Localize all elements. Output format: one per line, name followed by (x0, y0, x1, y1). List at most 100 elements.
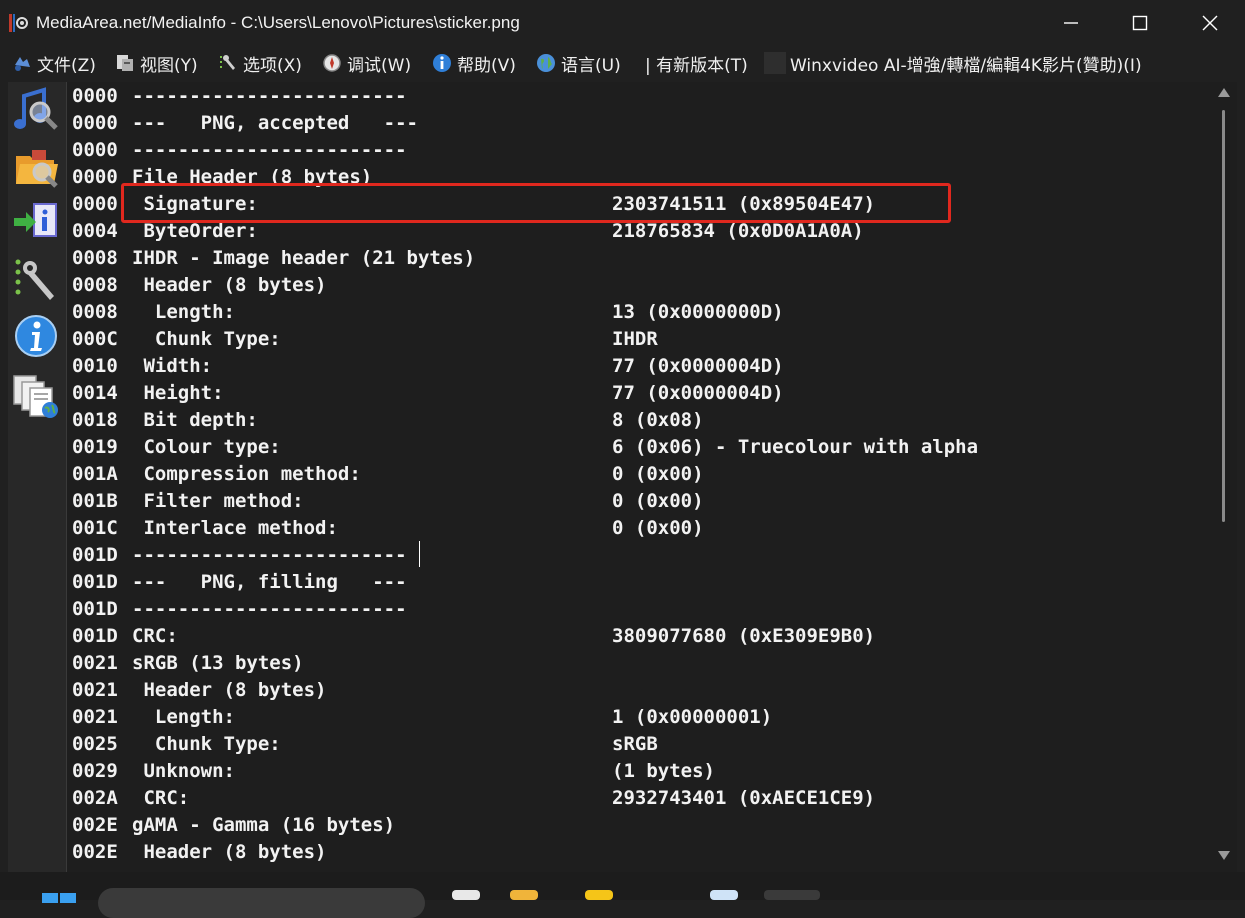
line-offset: 0008 (72, 274, 118, 296)
vertical-scrollbar[interactable] (1212, 82, 1237, 872)
line-label: Colour type: (132, 436, 281, 458)
side-toolbar (8, 82, 66, 872)
menu-view-label: 视图(Y) (140, 55, 198, 76)
line-offset: 002E (72, 814, 118, 836)
menu-view[interactable]: 视图(Y) (115, 51, 198, 76)
line-label: Height: (132, 382, 224, 404)
line-label: Header (8 bytes) (132, 274, 327, 296)
taskbar-app-icon[interactable] (710, 890, 738, 900)
line-label: Chunk Type: (132, 733, 281, 755)
minimize-button[interactable] (1036, 0, 1106, 46)
menu-sponsor[interactable]: Winxvideo AI-增強/轉檔/編輯4K影片(贊助)(I) (790, 51, 1142, 76)
line-offset: 001B (72, 490, 118, 512)
menu-bar: 文件(Z) 视图(Y) 选项(X) 调试(W) 帮助(V) 语言(U) | 有新… (0, 47, 1245, 79)
taskbar-app-icon[interactable] (452, 890, 480, 900)
line-offset: 0014 (72, 382, 118, 404)
line-label: Width: (132, 355, 213, 377)
line-value: 3809077680 (0xE309E9B0) (612, 625, 876, 647)
taskbar-search[interactable] (98, 888, 425, 918)
scroll-up-arrow-icon[interactable] (1218, 88, 1230, 97)
line-offset: 0010 (72, 355, 118, 377)
maximize-button[interactable] (1105, 0, 1175, 46)
line-value: 0 (0x00) (612, 517, 704, 539)
line-offset: 0000 (72, 193, 118, 215)
line-value: 77 (0x0000004D) (612, 382, 784, 404)
signature-highlight-box (121, 183, 951, 223)
line-offset: 0019 (72, 436, 118, 458)
line-offset: 0021 (72, 652, 118, 674)
menu-options[interactable]: 选项(X) (218, 51, 302, 76)
menu-options-label: 选项(X) (243, 55, 302, 76)
line-label: Header (8 bytes) (132, 679, 327, 701)
help-icon (433, 54, 451, 72)
line-label: ------------------------ (132, 85, 407, 107)
close-button[interactable] (1175, 0, 1245, 46)
line-offset: 0029 (72, 760, 118, 782)
line-label: Interlace method: (132, 517, 338, 539)
about-icon[interactable] (10, 310, 64, 364)
line-value: IHDR (612, 328, 658, 350)
menu-language[interactable]: 语言(U) (536, 51, 621, 76)
line-value: sRGB (612, 733, 658, 755)
line-label: gAMA - Gamma (16 bytes) (132, 814, 396, 836)
line-offset: 000C (72, 328, 118, 350)
line-offset: 0021 (72, 706, 118, 728)
line-value: 0 (0x00) (612, 490, 704, 512)
taskbar-mediainfo-icon[interactable] (764, 890, 820, 900)
line-offset: 001A (72, 463, 118, 485)
menu-file-label: 文件(Z) (37, 55, 96, 76)
minimize-icon (1064, 22, 1078, 24)
title-bar: MediaArea.net/MediaInfo - C:\Users\Lenov… (0, 0, 1245, 46)
line-offset: 0018 (72, 409, 118, 431)
line-label: CRC: (132, 625, 178, 647)
taskbar-folder-icon[interactable] (510, 890, 538, 900)
line-label: CRC: (132, 787, 190, 809)
line-label: Header (8 bytes) (132, 841, 327, 863)
line-offset: 0000 (72, 139, 118, 161)
line-offset: 002A (72, 787, 118, 809)
line-offset: 0025 (72, 733, 118, 755)
open-folder-icon[interactable] (10, 140, 64, 194)
line-label: Chunk Type: (132, 328, 281, 350)
line-offset: 001D (72, 625, 118, 647)
menu-debug-label: 调试(W) (347, 55, 412, 76)
window-title: MediaArea.net/MediaInfo - C:\Users\Lenov… (36, 13, 520, 32)
line-offset: 002E (72, 841, 118, 863)
line-value: 0 (0x00) (612, 463, 704, 485)
line-label: Length: (132, 706, 235, 728)
menu-new-version[interactable]: | 有新版本(T) (645, 51, 748, 76)
line-offset: 0008 (72, 247, 118, 269)
line-label: Filter method: (132, 490, 304, 512)
line-label: --- PNG, filling --- (132, 571, 407, 593)
report-icon[interactable] (10, 370, 64, 424)
windows-start-icon[interactable] (42, 893, 78, 903)
export-icon[interactable] (10, 196, 64, 250)
line-value: 13 (0x0000000D) (612, 301, 784, 323)
debug-icon (323, 54, 341, 72)
line-offset: 0004 (72, 220, 118, 242)
line-label: ------------------------ (132, 139, 407, 161)
menu-language-label: 语言(U) (561, 55, 621, 76)
scroll-thumb[interactable] (1222, 110, 1225, 522)
line-value: 1 (0x00000001) (612, 706, 773, 728)
line-label: Compression method: (132, 463, 361, 485)
menu-help[interactable]: 帮助(V) (432, 51, 516, 76)
line-label: --- PNG, accepted --- (132, 112, 418, 134)
scroll-down-arrow-icon[interactable] (1218, 851, 1230, 860)
close-icon (1202, 15, 1218, 31)
line-offset: 001D (72, 598, 118, 620)
open-file-icon[interactable] (10, 84, 64, 138)
line-offset: 0021 (72, 679, 118, 701)
line-label: IHDR - Image header (21 bytes) (132, 247, 476, 269)
line-offset: 001C (72, 517, 118, 539)
line-value: 77 (0x0000004D) (612, 355, 784, 377)
taskbar-app-icon[interactable] (585, 890, 613, 900)
menu-file[interactable]: 文件(Z) (12, 51, 96, 76)
line-offset: 001D (72, 544, 118, 566)
line-offset: 001D (72, 571, 118, 593)
menu-debug[interactable]: 调试(W) (322, 51, 412, 76)
line-value: (1 bytes) (612, 760, 715, 782)
sponsor-icon (764, 52, 786, 74)
line-value: 8 (0x08) (612, 409, 704, 431)
preferences-icon[interactable] (10, 254, 64, 308)
